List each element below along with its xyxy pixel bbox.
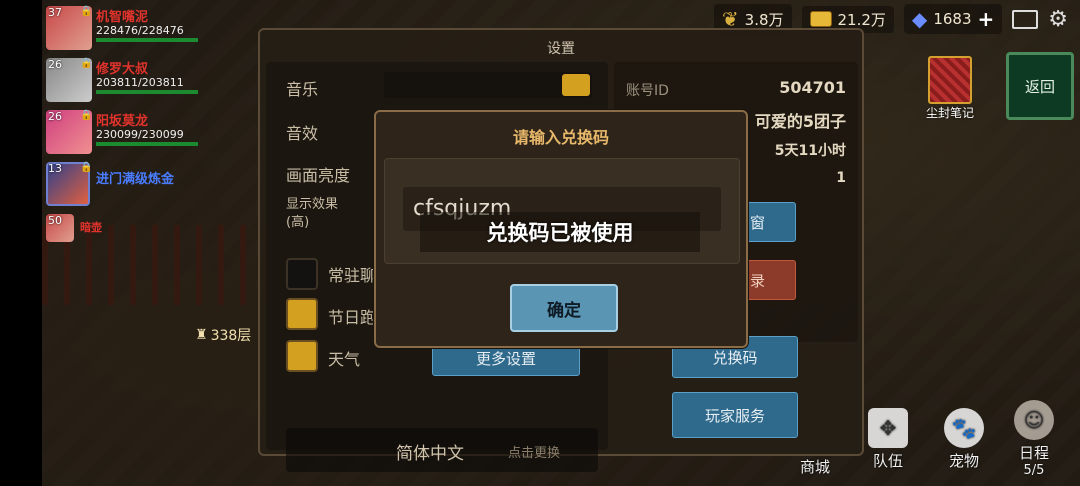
hero-name: 进门满级炼金 bbox=[96, 172, 175, 187]
nav-schedule-label: 日程 bbox=[1018, 444, 1049, 462]
hero-name: 机智嘴泥 bbox=[96, 10, 149, 25]
gem-icon: ◆ bbox=[911, 7, 928, 31]
hero-name: 暗壶 bbox=[80, 221, 102, 234]
hero-item[interactable]: 26 🔒 阳坂莫龙 230099/230099 bbox=[46, 110, 198, 162]
account-id-label: 账号ID bbox=[626, 83, 669, 99]
hero-list: 37 🔒 机智嘴泥 228476/228476 26 🔒 修罗大叔 203811… bbox=[46, 6, 198, 248]
hero-item[interactable]: 50 暗壶 bbox=[46, 214, 196, 248]
nav-pet-label: 宠物 bbox=[948, 452, 979, 470]
add-gems-button[interactable]: + bbox=[978, 7, 995, 31]
resident-chat-checkbox[interactable] bbox=[286, 258, 318, 290]
player-service-button[interactable]: 玩家服务 bbox=[672, 392, 798, 438]
festival-label: 节日跑 bbox=[328, 308, 377, 327]
nav-team-label: 队伍 bbox=[872, 452, 903, 470]
account-id-value: 504701 bbox=[779, 78, 846, 97]
hero-name: 修罗大叔 bbox=[96, 62, 149, 77]
time-value: 5天11小时 bbox=[774, 143, 846, 159]
hero-hp: 228476/228476 bbox=[96, 24, 184, 37]
tower-icon: ♜ bbox=[195, 327, 208, 343]
slider-knob[interactable] bbox=[562, 74, 590, 96]
hero-item[interactable]: 26 🔒 修罗大叔 203811/203811 bbox=[46, 58, 198, 110]
sfx-label: 音效 bbox=[286, 124, 319, 143]
confirm-button[interactable]: 确定 bbox=[510, 284, 618, 332]
paw-icon: 🐾 bbox=[944, 408, 984, 448]
gold-icon bbox=[809, 11, 832, 27]
lock-icon: 🔒 bbox=[80, 6, 93, 17]
toast-message: 兑换码已被使用 bbox=[420, 212, 700, 252]
resident-chat-label: 常驻聊 bbox=[328, 266, 377, 285]
hero-hp-bar bbox=[96, 90, 198, 94]
dusty-notes-button[interactable]: 尘封笔记 bbox=[918, 56, 982, 122]
gem-resource: ◆ 1683 + bbox=[903, 4, 1003, 34]
language-name: 简体中文 bbox=[396, 444, 464, 464]
nav-shop[interactable]: 商城 bbox=[800, 456, 830, 477]
nav-shop-label: 商城 bbox=[800, 458, 831, 476]
hero-item[interactable]: 37 🔒 机智嘴泥 228476/228476 bbox=[46, 6, 198, 58]
nickname-value: 可爱的5团子 bbox=[754, 112, 846, 131]
hero-level: 26 bbox=[48, 58, 62, 71]
nav-team[interactable]: ✥ 队伍 bbox=[868, 408, 908, 471]
weather-label: 天气 bbox=[328, 350, 361, 369]
dusty-notes-label: 尘封笔记 bbox=[925, 106, 974, 120]
gem-amount: 1683 bbox=[933, 10, 972, 28]
music-label: 音乐 bbox=[286, 80, 319, 99]
hero-level: 13 bbox=[48, 162, 62, 175]
weather-checkbox[interactable] bbox=[286, 340, 318, 372]
gear-icon[interactable]: ⚙ bbox=[1048, 7, 1068, 32]
nav-pet[interactable]: 🐾 宠物 bbox=[944, 408, 984, 471]
hero-hp-bar bbox=[96, 142, 198, 146]
lock-icon: 🔒 bbox=[80, 58, 93, 69]
team-icon: ✥ bbox=[868, 408, 908, 448]
hero-hp: 230099/230099 bbox=[96, 128, 184, 141]
gold-amount: 21.2万 bbox=[837, 10, 886, 29]
brightness-label: 画面亮度 bbox=[286, 166, 351, 185]
hero-hp-bar bbox=[96, 38, 198, 42]
floor-label: 338层 bbox=[210, 328, 252, 344]
display-effect-label: 显示效果(高) bbox=[286, 197, 339, 230]
settings-title: 设置 bbox=[547, 41, 575, 57]
floor-indicator: ♜ 338层 bbox=[195, 325, 251, 345]
schedule-count: 5/5 bbox=[1023, 463, 1045, 478]
nav-schedule[interactable]: ☺ 日程 5/5 bbox=[1014, 400, 1054, 478]
hero-hp: 203811/203811 bbox=[96, 76, 184, 89]
language-selector[interactable]: 简体中文 点击更换 bbox=[286, 428, 598, 472]
dialog-title: 请输入兑换码 bbox=[512, 128, 609, 147]
change-language-link[interactable]: 点击更换 bbox=[508, 442, 560, 461]
music-slider[interactable] bbox=[384, 72, 592, 98]
grain-amount: 3.8万 bbox=[744, 10, 784, 29]
hero-item[interactable]: 13 🔒 进门满级炼金 bbox=[46, 162, 196, 214]
festival-checkbox[interactable] bbox=[286, 298, 318, 330]
hero-level: 26 bbox=[48, 110, 62, 123]
hero-name: 阳坂莫龙 bbox=[96, 114, 149, 129]
character-icon: ☺ bbox=[1014, 400, 1054, 440]
lock-icon: 🔒 bbox=[80, 110, 93, 121]
book-icon bbox=[928, 56, 972, 104]
count-value: 1 bbox=[836, 170, 846, 186]
back-button[interactable]: 返回 bbox=[1006, 52, 1074, 120]
mail-icon[interactable] bbox=[1012, 9, 1039, 29]
lock-icon: 🔒 bbox=[80, 162, 93, 173]
hero-level: 37 bbox=[48, 6, 62, 19]
hero-level: 50 bbox=[48, 214, 62, 227]
